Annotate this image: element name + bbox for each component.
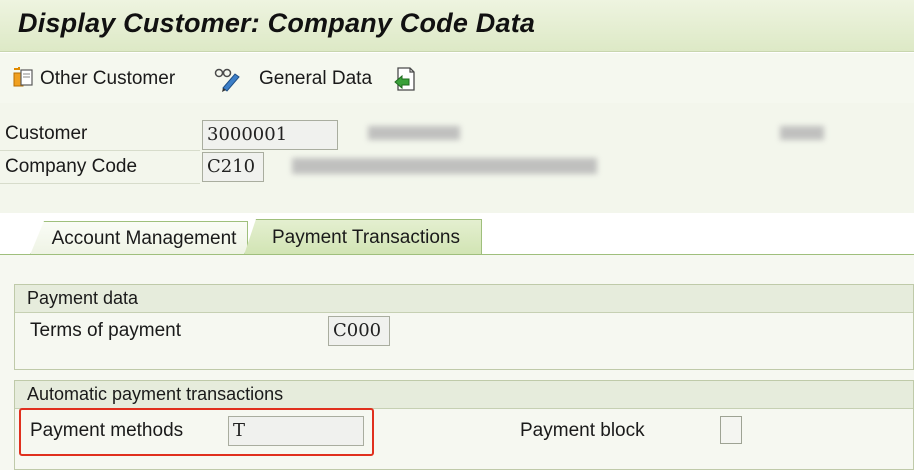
application-toolbar: Other Customer General Data: [0, 53, 914, 103]
page-title: Display Customer: Company Code Data: [18, 8, 536, 38]
customer-label: Customer: [0, 123, 200, 151]
automatic-payment-group-title: Automatic payment transactions: [15, 381, 913, 409]
redacted-customer-name: [368, 126, 460, 140]
tab-account-management-label: Account Management: [51, 227, 237, 249]
payment-data-group-title: Payment data: [15, 285, 913, 313]
payment-block-checkbox[interactable]: [720, 416, 742, 444]
terms-of-payment-label: Terms of payment: [30, 320, 181, 341]
glasses-pen-icon: [213, 66, 247, 92]
title-bar: Display Customer: Company Code Data: [0, 0, 914, 52]
customer-field[interactable]: 3000001: [202, 120, 338, 150]
tab-payment-transactions[interactable]: Payment Transactions: [244, 219, 482, 255]
redacted-customer-extra: [780, 126, 824, 140]
redacted-company-name: [292, 158, 597, 174]
highlight-box: [19, 408, 374, 456]
company-code-field[interactable]: C210: [202, 152, 264, 182]
tab-payment-transactions-label: Payment Transactions: [272, 226, 460, 248]
back-nav-button[interactable]: [392, 65, 418, 93]
customer-switch-icon: [12, 67, 40, 91]
general-data-button[interactable]: General Data: [213, 65, 372, 93]
tab-account-management[interactable]: Account Management: [30, 221, 248, 255]
document-back-icon: [392, 66, 418, 92]
terms-of-payment-field[interactable]: C000: [328, 316, 390, 346]
payment-block-label: Payment block: [520, 420, 645, 441]
other-customer-label: Other Customer: [40, 68, 176, 89]
other-customer-button[interactable]: Other Customer: [12, 65, 175, 93]
company-code-label: Company Code: [0, 156, 200, 184]
general-data-label: General Data: [259, 68, 373, 89]
